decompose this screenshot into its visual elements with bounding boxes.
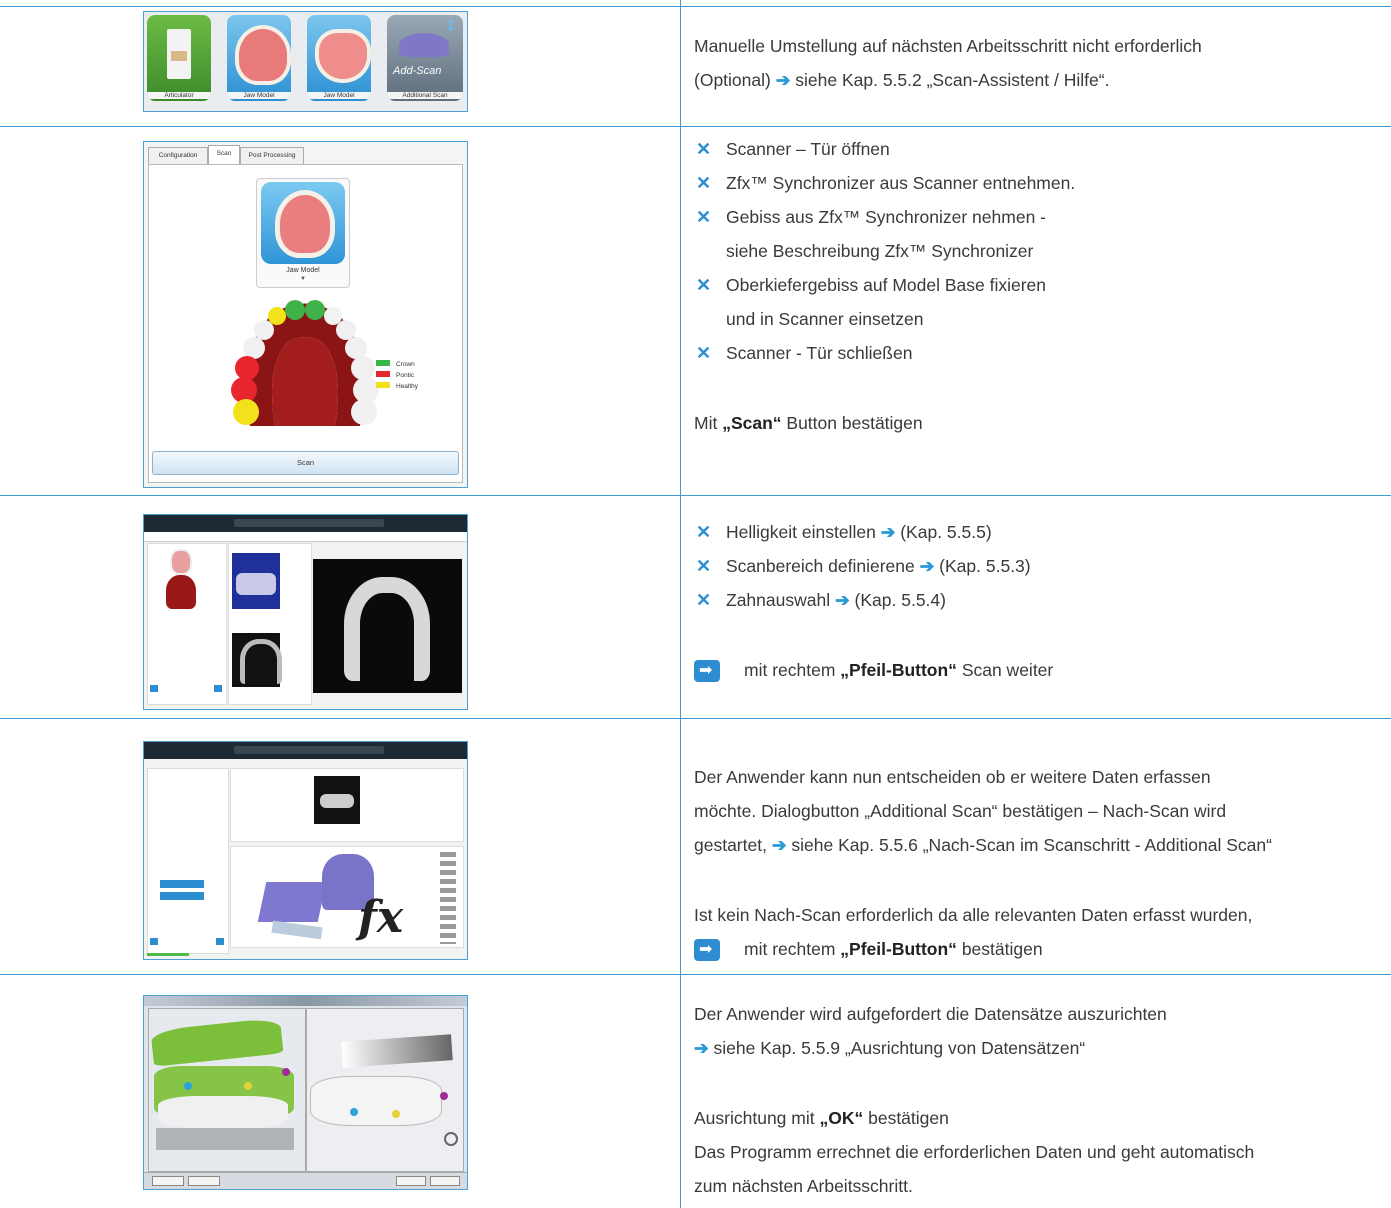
arrow-button-icon [694, 660, 720, 683]
zoom-icon[interactable] [444, 1132, 458, 1146]
tooth-legend: Crown Pontic Healthy [376, 360, 418, 393]
row-divider-3 [0, 718, 1391, 719]
jaw-model-lower-tile[interactable]: Jaw Model [307, 15, 371, 101]
row-divider-4 [0, 974, 1391, 975]
row-divider-top [0, 6, 1391, 7]
jaw-model-upper-tile[interactable]: Jaw Model [227, 15, 291, 101]
x-bullet-icon: ✕ [696, 173, 712, 193]
row3-text: ✕ Helligkeit einstellen ➔ (Kap. 5.5.5) ✕ S… [694, 515, 1053, 687]
row-divider-2 [0, 495, 1391, 496]
row1-text: Manuelle Umstellung auf nächsten Arbeits… [694, 29, 1202, 97]
arrow-right-icon: ➔ [694, 1038, 709, 1058]
list-item: ✕ Helligkeit einstellen ➔ (Kap. 5.5.5) [694, 515, 1053, 549]
row1-line1: Manuelle Umstellung auf nächsten Arbeits… [694, 36, 1202, 56]
x-bullet-icon: ✕ [696, 522, 712, 542]
scan-button[interactable]: Scan [152, 451, 459, 475]
row2-text: ✕ Scanner – Tür öffnen ✕ Zfx™ Synchronizer… [694, 132, 1075, 440]
row-divider-1 [0, 126, 1391, 127]
jaw-model-label: Jaw Model [286, 267, 320, 274]
row5-text: Der Anwender wird aufgefordert die Daten… [694, 997, 1254, 1203]
arrow-button-icon [694, 939, 720, 962]
legend-swatch-pontic [376, 371, 390, 377]
scan-dialog-screenshot: Configuration Scan Post Processing Jaw M… [143, 141, 468, 488]
nav-left-button[interactable] [150, 685, 158, 692]
jaw-model-selector[interactable]: Jaw Model ▼ [256, 178, 350, 288]
x-bullet-icon: ✕ [696, 343, 712, 363]
dialog-button-2[interactable] [160, 892, 204, 900]
jaw-model-lower-label: Jaw Model [307, 92, 371, 99]
row2-confirm: Mit „Scan“ Button bestätigen [694, 413, 923, 433]
articulator-label: Articulator [147, 92, 211, 99]
row5-line4: Das Programm errechnet die erforderliche… [694, 1142, 1255, 1162]
x-bullet-icon: ✕ [696, 139, 712, 159]
arrow-right-icon: ➔ [834, 590, 850, 610]
list-item: ✕ Zahnauswahl ➔ (Kap. 5.5.4) [694, 583, 1053, 617]
list-item: ✕ Scanner – Tür öffnen [694, 132, 1075, 166]
list-item: ✕ Oberkiefergebiss auf Model Base fixiere… [694, 268, 1075, 336]
row4-arrow-line: mit rechtem „Pfeil-Button“ bestätigen [694, 932, 1272, 966]
arrow-right-icon: ➔ [919, 556, 935, 576]
list-item: ✕ Zfx™ Synchronizer aus Scanner entnehmen… [694, 166, 1075, 200]
arrow-right-icon: ➔ [771, 835, 787, 855]
row5-line2: ➔ siehe Kap. 5.5.9 „Ausrichtung von Date… [694, 1038, 1086, 1058]
dental-arch-diagram [231, 300, 379, 426]
row3-arrow-line: mit rechtem „Pfeil-Button“ Scan weiter [694, 653, 1053, 687]
add-scan-overlay-text: Add-Scan [393, 65, 442, 77]
additional-scan-tile[interactable]: ↧ Add-Scan Additional Scan [387, 15, 463, 101]
legend-swatch-healthy [376, 382, 390, 388]
row3-bullet-list: ✕ Helligkeit einstellen ➔ (Kap. 5.5.5) ✕ S… [694, 515, 1053, 617]
list-item: ✕ Scanbereich definierene ➔ (Kap. 5.5.3) [694, 549, 1053, 583]
cancel-button[interactable] [430, 1176, 460, 1186]
additional-scan-label: Additional Scan [387, 92, 463, 99]
row2-bullet-list: ✕ Scanner – Tür öffnen ✕ Zfx™ Synchronizer… [694, 132, 1075, 370]
row4-line3: gestartet, ➔ siehe Kap. 5.5.6 „Nach-Scan… [694, 835, 1272, 855]
download-icon: ↧ [445, 18, 457, 34]
footer-button-2[interactable] [188, 1176, 220, 1186]
nav-right-button[interactable] [214, 685, 222, 692]
row4-line2: möchte. Dialogbutton „Additional Scan“ b… [694, 801, 1227, 821]
tab-configuration[interactable]: Configuration [148, 147, 208, 165]
row5-line3: Ausrichtung mit „OK“ bestätigen [694, 1108, 949, 1128]
x-bullet-icon: ✕ [696, 275, 712, 295]
row4-line4: Ist kein Nach-Scan erforderlich da alle … [694, 905, 1253, 925]
tab-post-processing[interactable]: Post Processing [240, 147, 304, 165]
dialog-button-1[interactable] [160, 880, 204, 888]
arrow-right-icon: ➔ [775, 70, 791, 90]
scan-settings-screenshot [143, 514, 468, 710]
articulator-tile[interactable]: Articulator [147, 15, 211, 101]
chevron-down-icon: ▼ [300, 276, 306, 282]
row1-line2: (Optional) ➔ siehe Kap. 5.5.2 „Scan-Assi… [694, 70, 1110, 90]
list-item: ✕ Scanner - Tür schließen [694, 336, 1075, 370]
legend-swatch-crown [376, 360, 390, 366]
row4-text: Der Anwender kann nun entscheiden ob er … [694, 760, 1272, 966]
alignment-screenshot [143, 995, 468, 1190]
column-divider [680, 0, 681, 1208]
x-bullet-icon: ✕ [696, 556, 712, 576]
ok-button[interactable] [396, 1176, 426, 1186]
nav-left-button[interactable] [150, 938, 158, 945]
nav-right-button[interactable] [216, 938, 224, 945]
arrow-right-icon: ➔ [880, 522, 896, 542]
jaw-model-upper-label: Jaw Model [227, 92, 291, 99]
row5-line1: Der Anwender wird aufgefordert die Daten… [694, 1004, 1167, 1024]
x-bullet-icon: ✕ [696, 590, 712, 610]
tab-scan[interactable]: Scan [208, 145, 240, 165]
row5-line5: zum nächsten Arbeitsschritt. [694, 1176, 913, 1196]
row4-line1: Der Anwender kann nun entscheiden ob er … [694, 767, 1211, 787]
footer-button-1[interactable] [152, 1176, 184, 1186]
list-item: ✕ Gebiss aus Zfx™ Synchronizer nehmen - si… [694, 200, 1075, 268]
toolbar-icons-screenshot: Articulator Jaw Model Jaw Model ↧ Add-Sc… [143, 11, 468, 112]
x-bullet-icon: ✕ [696, 207, 712, 227]
additional-scan-screenshot: fx [143, 741, 468, 960]
